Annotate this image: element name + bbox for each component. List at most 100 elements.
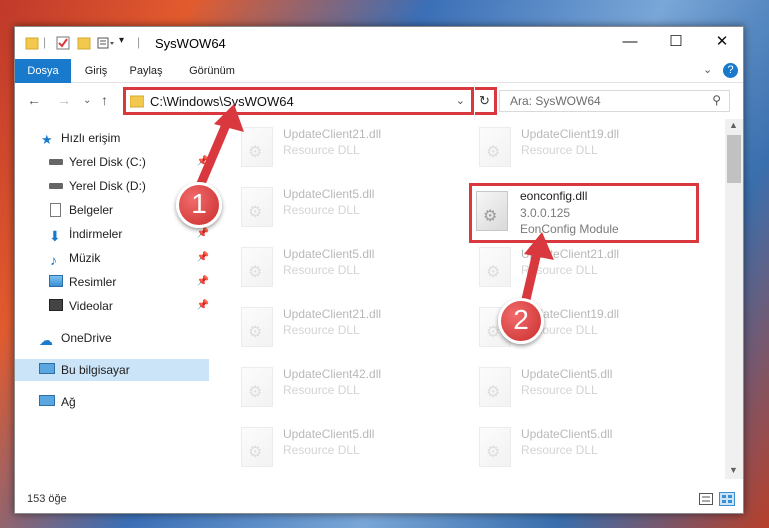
details-view-icon[interactable]: [699, 493, 713, 505]
up-icon[interactable]: ↑: [101, 92, 108, 108]
pin-icon[interactable]: 📌: [197, 247, 209, 269]
item-count: 153 öğe: [27, 493, 67, 505]
new-folder-icon[interactable]: [77, 35, 91, 51]
title-bar: | ▾ | SysWOW64 — ☐ ✕: [15, 27, 743, 59]
file-description: EonConfig Module: [520, 222, 619, 236]
scroll-up-icon[interactable]: ▲: [729, 120, 738, 130]
list-item[interactable]: ⚙ UpdateClient19.dll Resource DLL: [449, 123, 677, 179]
dll-file-icon: ⚙: [476, 191, 508, 231]
scroll-down-icon[interactable]: ▼: [729, 465, 738, 475]
address-bar[interactable]: C:\Windows\SysWOW64 ⌄: [123, 87, 474, 115]
list-item[interactable]: ⚙ UpdateClient19.dll Resource DLL: [449, 303, 677, 359]
file-description: Resource DLL: [283, 143, 360, 157]
list-item[interactable]: ⚙ UpdateClient5.dll Resource DLL: [449, 423, 677, 479]
refresh-button[interactable]: ↻: [475, 87, 497, 115]
address-dropdown-icon[interactable]: ⌄: [456, 94, 465, 107]
file-description: Resource DLL: [521, 263, 598, 277]
back-icon[interactable]: ←: [27, 92, 41, 108]
separator-icon: |: [137, 35, 141, 49]
file-name: UpdateClient5.dll: [521, 427, 613, 441]
sidebar-item-label: Yerel Disk (D:): [69, 179, 146, 193]
highlighted-file-eonconfig[interactable]: ⚙ eonconfig.dll 3.0.0.125 EonConfig Modu…: [469, 183, 699, 243]
navigation-pane: ★ Hızlı erişim Yerel Disk (C:) 📌 Yerel D…: [15, 119, 211, 479]
dll-file-icon: ⚙: [241, 307, 273, 347]
file-description: Resource DLL: [283, 443, 360, 457]
tab-share[interactable]: Paylaş: [127, 59, 165, 83]
search-box[interactable]: Ara: SysWOW64 ⚲: [499, 90, 730, 112]
expand-ribbon-icon[interactable]: ⌄: [703, 63, 712, 76]
pin-icon[interactable]: 📌: [197, 151, 209, 173]
scroll-thumb[interactable]: [727, 135, 741, 183]
music-icon: ♪: [50, 252, 57, 268]
search-icon: ⚲: [712, 93, 721, 107]
sidebar-item-music[interactable]: ♪ Müzik 📌: [15, 247, 209, 269]
list-item[interactable]: ⚙ UpdateClient5.dll Resource DLL: [449, 363, 677, 419]
sidebar-item-label: Ağ: [61, 395, 76, 409]
properties-icon[interactable]: [55, 35, 71, 51]
sidebar-item-quick-access[interactable]: ★ Hızlı erişim: [15, 127, 209, 149]
sidebar-item-network[interactable]: Ağ: [15, 391, 209, 413]
vertical-scrollbar[interactable]: ▲ ▼: [725, 119, 743, 479]
large-icons-view-icon[interactable]: [719, 492, 735, 506]
customize-toolbar-icon[interactable]: ▾: [119, 35, 124, 51]
list-item[interactable]: ⚙ UpdateClient21.dll Resource DLL: [211, 123, 439, 179]
file-description: Resource DLL: [521, 443, 598, 457]
sidebar-item-label: Müzik: [69, 251, 101, 265]
pin-icon[interactable]: 📌: [197, 271, 209, 293]
tab-file[interactable]: Dosya: [15, 59, 71, 83]
star-icon: ★: [41, 132, 53, 147]
search-input[interactable]: Ara: SysWOW64: [510, 94, 601, 108]
recent-locations-icon[interactable]: ⌄: [83, 95, 91, 106]
list-item[interactable]: ⚙ UpdateClient5.dll Resource DLL: [211, 183, 439, 239]
sidebar-item-label: OneDrive: [61, 331, 112, 345]
file-description: Resource DLL: [521, 143, 598, 157]
sidebar-item-this-pc[interactable]: Bu bilgisayar: [15, 359, 209, 381]
sidebar-item-onedrive[interactable]: ☁ OneDrive: [15, 327, 209, 349]
file-name: UpdateClient5.dll: [283, 427, 375, 441]
tab-view[interactable]: Görünüm: [187, 59, 237, 83]
pictures-icon: [49, 275, 63, 287]
sidebar-item-drive-c[interactable]: Yerel Disk (C:) 📌: [15, 151, 209, 173]
video-icon: [49, 299, 63, 311]
file-name: UpdateClient5.dll: [283, 187, 375, 201]
forward-icon[interactable]: →: [57, 92, 71, 108]
file-description: Resource DLL: [283, 323, 360, 337]
dll-file-icon: ⚙: [241, 187, 273, 227]
close-button[interactable]: ✕: [699, 27, 745, 59]
sidebar-item-label: Bu bilgisayar: [61, 363, 130, 377]
address-path: C:\Windows\SysWOW64: [150, 94, 294, 109]
folder-icon: [25, 37, 39, 50]
dll-file-icon: ⚙: [479, 247, 511, 287]
help-icon[interactable]: ?: [723, 63, 738, 78]
dll-file-icon: ⚙: [241, 367, 273, 407]
maximize-button[interactable]: ☐: [653, 27, 699, 59]
list-item[interactable]: ⚙ UpdateClient5.dll Resource DLL: [211, 423, 439, 479]
pin-icon[interactable]: 📌: [197, 295, 209, 317]
list-item[interactable]: ⚙ UpdateClient21.dll Resource DLL: [211, 303, 439, 359]
sidebar-item-pictures[interactable]: Resimler 📌: [15, 271, 209, 293]
sidebar-item-label: Videolar: [69, 299, 113, 313]
file-name: UpdateClient21.dll: [521, 247, 620, 261]
file-name: UpdateClient21.dll: [283, 307, 382, 321]
download-icon: ⬇: [49, 228, 61, 244]
list-item[interactable]: ⚙ UpdateClient5.dll Resource DLL: [211, 243, 439, 299]
status-bar: 153 öğe: [15, 479, 743, 513]
dll-file-icon: ⚙: [479, 427, 511, 467]
refresh-icon: ↻: [479, 93, 490, 108]
sidebar-item-label: İndirmeler: [69, 227, 123, 241]
view-options-icon[interactable]: [97, 35, 115, 51]
dll-file-icon: ⚙: [479, 127, 511, 167]
file-version: 3.0.0.125: [520, 206, 571, 220]
explorer-window: | ▾ | SysWOW64 — ☐ ✕ Dosya Giriş Paylaş …: [14, 26, 744, 514]
list-item[interactable]: ⚙ UpdateClient21.dll Resource DLL: [449, 243, 677, 299]
sidebar-item-videos[interactable]: Videolar 📌: [15, 295, 209, 317]
file-description: Resource DLL: [521, 383, 598, 397]
tab-home[interactable]: Giriş: [81, 59, 111, 83]
cloud-icon: ☁: [39, 332, 53, 348]
file-description: Resource DLL: [283, 383, 360, 397]
navigation-bar: ← → ⌄ ↑ C:\Windows\SysWOW64 ⌄ ↻ Ara: Sys…: [15, 83, 743, 119]
sidebar-item-downloads[interactable]: ⬇ İndirmeler 📌: [15, 223, 209, 245]
file-description: Resource DLL: [283, 203, 360, 217]
list-item[interactable]: ⚙ UpdateClient42.dll Resource DLL: [211, 363, 439, 419]
minimize-button[interactable]: —: [607, 27, 653, 59]
